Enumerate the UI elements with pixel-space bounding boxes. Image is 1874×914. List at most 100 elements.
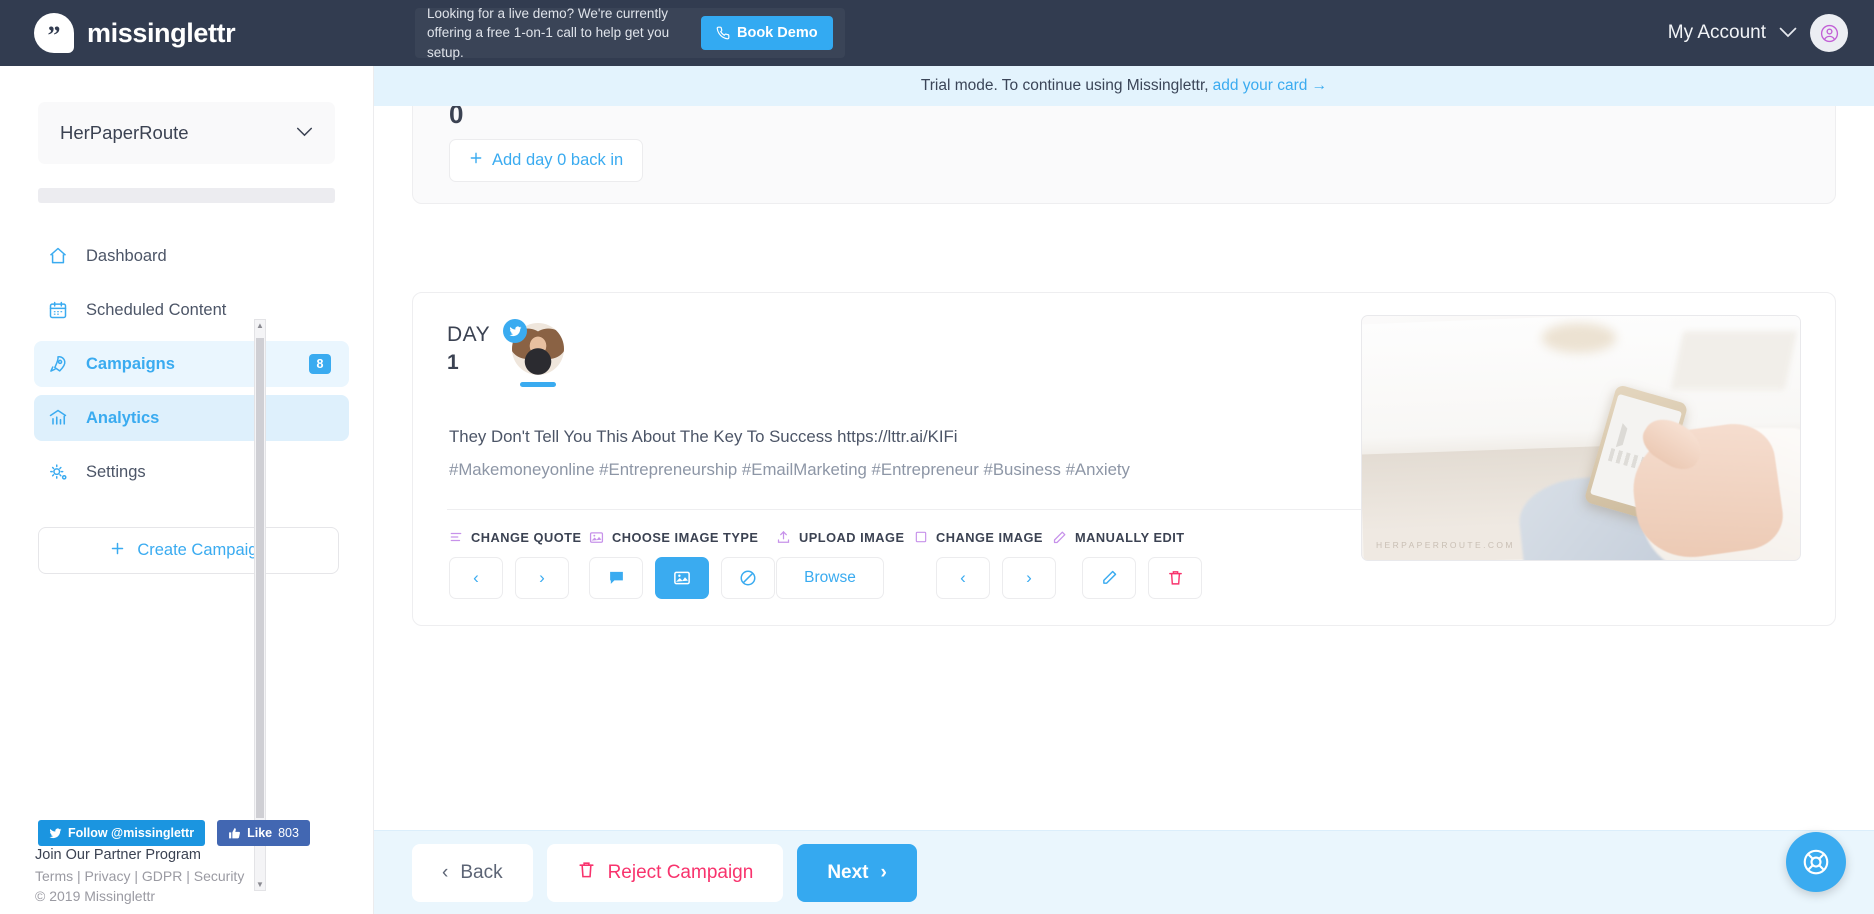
next-image-button[interactable]: › xyxy=(1002,556,1056,599)
tool-label-text: MANUALLY EDIT xyxy=(1075,529,1185,545)
brand-logo[interactable]: ” missinglettr xyxy=(34,13,236,53)
image-type-picture-button[interactable] xyxy=(655,556,709,599)
previous-image-button[interactable]: ‹ xyxy=(936,556,990,599)
sidebar-item-label: Scheduled Content xyxy=(86,300,227,319)
plus-icon xyxy=(469,151,483,170)
add-your-card-link[interactable]: add your card → xyxy=(1213,77,1328,95)
user-icon xyxy=(1820,24,1838,42)
gdpr-link[interactable]: GDPR xyxy=(142,868,182,884)
browse-button[interactable]: Browse xyxy=(776,556,884,599)
image-type-none-button[interactable] xyxy=(721,556,775,599)
legal-links: Terms | Privacy | GDPR | Security xyxy=(35,868,244,884)
post-hashtags: #Makemoneyonline #Entrepreneurship #Emai… xyxy=(449,459,1130,479)
tool-label-manually-edit: MANUALLY EDIT xyxy=(1052,530,1185,545)
demo-promo-text: Looking for a live demo? We're currently… xyxy=(427,5,670,60)
terms-link[interactable]: Terms xyxy=(35,868,73,884)
social-buttons: Follow @missinglettr Like 803 xyxy=(38,820,310,846)
thumbs-up-icon xyxy=(229,827,241,838)
partner-program-link[interactable]: Join Our Partner Program xyxy=(35,847,244,863)
chevron-right-icon: › xyxy=(880,861,887,883)
previous-quote-button[interactable]: ‹ xyxy=(449,556,503,599)
next-button[interactable]: Next › xyxy=(797,843,917,902)
add-day-back-button[interactable]: Add day 0 back in xyxy=(449,139,644,182)
tool-label-change-image: CHANGE IMAGE xyxy=(914,530,1052,545)
home-icon xyxy=(48,246,78,266)
next-label: Next xyxy=(827,861,869,883)
scroll-up-arrow-icon[interactable]: ▲ xyxy=(256,321,264,330)
facebook-like-button[interactable]: Like 803 xyxy=(217,820,310,846)
plus-icon xyxy=(110,541,125,561)
trial-message: Trial mode. To continue using Missinglet… xyxy=(920,77,1209,94)
brand-name: missinglettr xyxy=(87,17,236,48)
tool-label-upload-image: UPLOAD IMAGE xyxy=(776,530,914,545)
sidebar-nav: Dashboard Scheduled Content Campaigns 8 … xyxy=(0,233,373,495)
sidebar-scrollbar[interactable]: ▲ ▼ xyxy=(254,319,266,891)
sidebar-item-label: Analytics xyxy=(86,408,160,427)
edit-group xyxy=(1082,556,1202,599)
delete-post-button[interactable] xyxy=(1148,556,1202,599)
sidebar-item-analytics[interactable]: Analytics xyxy=(34,395,349,441)
reject-label: Reject Campaign xyxy=(607,861,754,883)
back-button[interactable]: ‹ Back xyxy=(412,843,533,902)
phone-icon xyxy=(716,26,730,40)
reject-campaign-button[interactable]: Reject Campaign xyxy=(546,843,784,902)
day-number: 1 xyxy=(447,350,460,374)
calendar-icon xyxy=(48,300,78,320)
book-demo-label: Book Demo xyxy=(737,25,818,41)
sidebar-item-settings[interactable]: Settings xyxy=(34,449,349,495)
active-account-indicator xyxy=(520,382,557,387)
sidebar-item-scheduled-content[interactable]: Scheduled Content xyxy=(34,287,349,333)
sidebar-footer: Join Our Partner Program Terms | Privacy… xyxy=(35,847,244,904)
picture-icon xyxy=(589,530,604,545)
trash-icon xyxy=(1168,571,1182,585)
pencil-icon xyxy=(1052,530,1067,545)
brand-mark-glyph: ” xyxy=(47,21,61,51)
my-account-menu[interactable]: My Account xyxy=(1668,0,1848,66)
image-type-quote-button[interactable] xyxy=(589,556,643,599)
chevron-down-icon xyxy=(296,124,313,142)
account-switcher-name: HerPaperRoute xyxy=(60,122,189,143)
sidebar-item-dashboard[interactable]: Dashboard xyxy=(34,233,349,279)
tool-label-text: UPLOAD IMAGE xyxy=(799,529,905,545)
security-link[interactable]: Security xyxy=(194,868,245,884)
lifebuoy-icon xyxy=(1803,849,1829,875)
create-campaign-label: Create Campaign xyxy=(137,541,267,559)
blurred-object xyxy=(1541,323,1617,353)
blurred-laptop xyxy=(1671,330,1798,390)
post-body: They Don't Tell You This About The Key T… xyxy=(447,315,1801,561)
comment-icon xyxy=(609,571,623,584)
cut-day-number: 0 xyxy=(449,106,464,129)
create-campaign-button[interactable]: Create Campaign xyxy=(38,527,339,574)
scroll-down-arrow-icon[interactable]: ▼ xyxy=(256,880,264,889)
square-icon xyxy=(914,530,928,544)
privacy-link[interactable]: Privacy xyxy=(85,868,131,884)
post-image-preview[interactable]: HERPAPERROUTE.COM xyxy=(1361,315,1801,561)
sidebar-item-campaigns[interactable]: Campaigns 8 xyxy=(34,341,349,387)
account-switcher[interactable]: HerPaperRoute xyxy=(38,102,335,164)
facebook-like-label: Like xyxy=(247,826,273,840)
sidebar-item-label: Settings xyxy=(86,462,146,481)
scrollbar-thumb[interactable] xyxy=(256,338,264,818)
book-demo-button[interactable]: Book Demo xyxy=(701,16,833,50)
main-content: 0 Add day 0 back in DAY 1 They Don't Tel… xyxy=(374,106,1874,914)
tool-label-text: CHOOSE IMAGE TYPE xyxy=(612,529,759,545)
post-text-block: They Don't Tell You This About The Key T… xyxy=(449,421,1149,487)
bottom-action-bar: ‹ Back Reject Campaign Next › xyxy=(374,830,1874,914)
sidebar-item-label: Dashboard xyxy=(86,246,167,265)
trial-mode-banner: Trial mode. To continue using Missinglet… xyxy=(374,66,1874,106)
chevron-down-icon xyxy=(1779,25,1797,42)
twitter-follow-label: Follow @missinglettr xyxy=(68,826,195,840)
profile-avatar-group[interactable] xyxy=(503,319,565,387)
avatar[interactable] xyxy=(1810,14,1848,52)
twitter-icon xyxy=(509,325,522,336)
sidebar: HerPaperRoute Dashboard Scheduled Conten… xyxy=(0,66,374,914)
pencil-icon xyxy=(1102,570,1116,584)
sidebar-item-label: Campaigns xyxy=(86,354,175,373)
manual-edit-button[interactable] xyxy=(1082,556,1136,599)
tool-buttons-row: ‹ › Browse ‹ › xyxy=(449,556,1801,599)
help-support-button[interactable] xyxy=(1786,832,1846,892)
next-quote-button[interactable]: › xyxy=(515,556,569,599)
twitter-follow-button[interactable]: Follow @missinglettr xyxy=(38,820,206,846)
rocket-icon xyxy=(48,354,78,374)
removed-day-card: 0 Add day 0 back in xyxy=(412,106,1836,204)
